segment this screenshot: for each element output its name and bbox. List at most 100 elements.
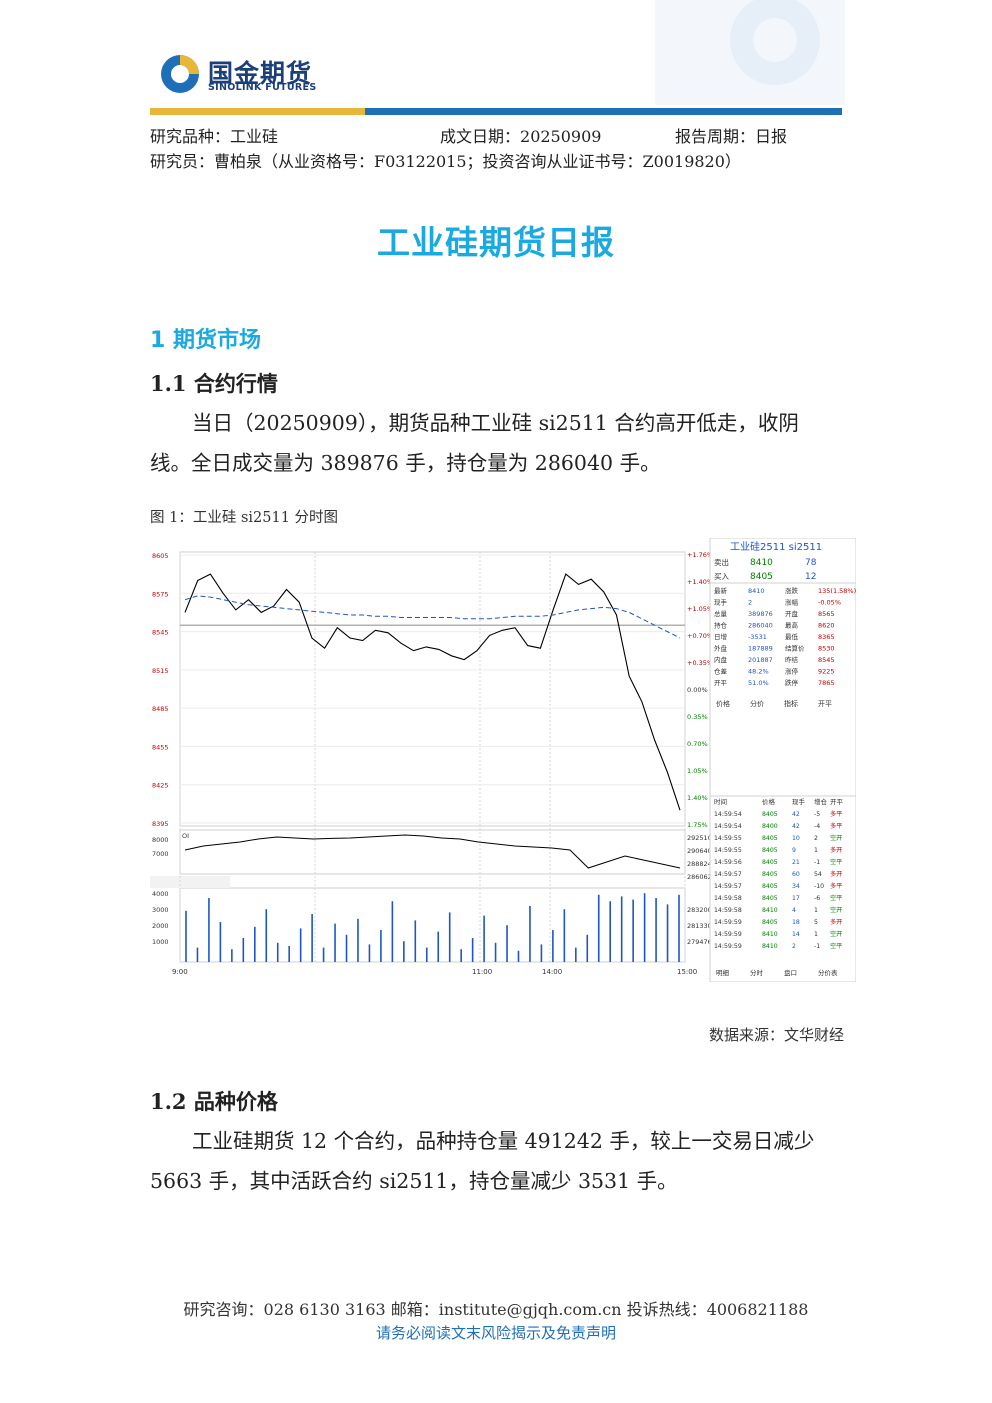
tick-cell: -1 (814, 859, 820, 866)
header-decoration (655, 0, 845, 105)
tick-cell: 空平 (830, 894, 842, 902)
quote-row-label2: 昨结 (785, 655, 799, 664)
price-tick-label: 8455 (152, 743, 169, 751)
volume-tick-left: 4000 (152, 890, 169, 898)
quote-bottom-tab: 分时 (750, 968, 764, 977)
tick-cell: 14 (792, 931, 800, 938)
oi-tick-right: 286062 (687, 873, 712, 881)
quote-row-label2: 涨跌 (785, 586, 799, 595)
quote-row-value: 51.0% (748, 679, 769, 687)
oi-tick-left: 7000 (152, 850, 169, 858)
pct-tick-label: +1.05% (687, 605, 713, 613)
tick-cell: 多开 (830, 870, 842, 878)
quote-row-label: 总量 (714, 609, 728, 618)
ticks-header: 增仓 (814, 797, 828, 806)
price-tick-label: 8605 (152, 552, 169, 560)
buy-qty: 12 (805, 572, 816, 582)
quote-row-value2: 9225 (818, 668, 835, 676)
tick-cell: 14:59:59 (714, 919, 742, 926)
tick-cell: -6 (814, 895, 820, 902)
quote-row-label: 外盘 (714, 644, 728, 653)
time-tick-label: 9:00 (172, 968, 188, 976)
quote-row-label: 开平 (714, 679, 728, 687)
tick-cell: 14:59:57 (714, 883, 742, 890)
tick-cell: 14:59:54 (714, 811, 742, 818)
quote-row-label: 现手 (714, 598, 728, 607)
tick-cell: 14:59:58 (714, 907, 742, 914)
price-tick-label: 8515 (152, 667, 169, 675)
quote-row-label2: 涨停 (785, 667, 799, 676)
quote-row-label2: 开盘 (785, 609, 799, 618)
tick-cell: 8405 (762, 895, 778, 902)
tick-cell: 14:59:58 (714, 895, 742, 902)
quote-row-label2: 最高 (785, 621, 799, 630)
data-source: 数据来源：文华财经 (708, 1026, 844, 1044)
paragraph-1: 当日（20250909），期货品种工业硅 si2511 合约高开低走，收阴线。全… (150, 411, 799, 475)
report-title: 工业硅期货日报 (377, 223, 615, 262)
tick-cell: 1 (814, 931, 818, 938)
tick-cell: 8410 (762, 907, 778, 914)
tick-cell: 18 (792, 919, 800, 926)
ticks-header: 开平 (830, 798, 844, 806)
subsection-heading-2: 1.2 品种价格 (150, 1089, 278, 1114)
tick-cell: 8405 (762, 847, 778, 854)
tick-cell: 21 (792, 859, 800, 866)
subsection-heading-1: 1.1 合约行情 (150, 371, 278, 396)
pct-tick-label: 1.75% (687, 821, 708, 829)
quote-row-value: 8410 (748, 587, 765, 595)
tick-cell: -1 (814, 943, 820, 950)
tick-cell: 10 (792, 835, 800, 842)
tick-cell: 多平 (830, 810, 842, 818)
tick-cell: 14:59:55 (714, 847, 742, 854)
quote-row-label: 持仓 (714, 621, 728, 630)
quote-tab: 价格 (716, 699, 730, 708)
tick-cell: 空平 (830, 858, 842, 866)
ticks-header: 现手 (792, 797, 806, 806)
meta-variety: 研究品种：工业硅 (150, 127, 279, 146)
pct-tick-label: 0.35% (687, 713, 708, 721)
oi-tick-left: 8000 (152, 836, 169, 844)
meta-researcher: 研究员：曹柏泉（从业资格号：F03122015；投资咨询从业证书号：Z00198… (150, 152, 741, 171)
pct-tick-label: +1.76% (687, 551, 713, 559)
tick-cell: 空开 (830, 930, 842, 938)
tick-cell: 空开 (830, 834, 842, 842)
volume-tick-left: 3000 (152, 906, 169, 914)
tick-cell: 8405 (762, 811, 778, 818)
price-tick-label: 8545 (152, 629, 169, 637)
volume-tick-right: 283200 (687, 906, 712, 914)
quote-row-label: 内盘 (714, 655, 728, 664)
buy-price: 8405 (750, 572, 773, 582)
pct-tick-label: +1.40% (687, 578, 713, 586)
pct-tick-label: +0.70% (687, 632, 713, 640)
quote-row-label2: 跌停 (785, 678, 799, 687)
tick-cell: 14:59:56 (714, 859, 742, 866)
time-tick-label: 11:00 (472, 968, 492, 976)
tick-cell: 34 (792, 883, 800, 890)
tick-cell: 14:59:59 (714, 943, 742, 950)
ticks-header: 价格 (762, 797, 776, 806)
tick-cell: 多开 (830, 918, 842, 926)
header-rule-gold (150, 108, 365, 115)
tick-cell: 空开 (830, 906, 842, 914)
paragraph-2: 工业硅期货 12 个合约，品种持仓量 491242 手，较上一交易日减少 566… (150, 1129, 815, 1193)
quote-row-label2: 结算价 (785, 644, 805, 653)
time-tick-label: 14:00 (542, 968, 562, 976)
tick-cell: -10 (814, 883, 824, 890)
ticks-header: 时间 (714, 797, 727, 806)
footer-disclaimer[interactable]: 请务必阅读文末风险揭示及免责声明 (0, 1322, 992, 1343)
quote-row-value: 286040 (748, 622, 773, 630)
section-heading: 1 期货市场 (150, 328, 261, 353)
tick-cell: 8400 (762, 823, 778, 830)
tick-cell: 多开 (830, 846, 842, 854)
price-tick-label: 8485 (152, 705, 169, 713)
tick-cell: -4 (814, 823, 820, 830)
tick-cell: 8410 (762, 931, 778, 938)
chart-toolbar (150, 876, 230, 888)
tick-cell: 2 (792, 943, 796, 950)
volume-tick-left: 2000 (152, 922, 169, 930)
tick-cell: 4 (792, 907, 796, 914)
quote-row-label2: 涨幅 (785, 598, 799, 607)
volume-tick-right: 279476 (687, 938, 712, 946)
tick-cell: 14:59:54 (714, 823, 742, 830)
quote-row-label: 日增 (714, 632, 727, 641)
